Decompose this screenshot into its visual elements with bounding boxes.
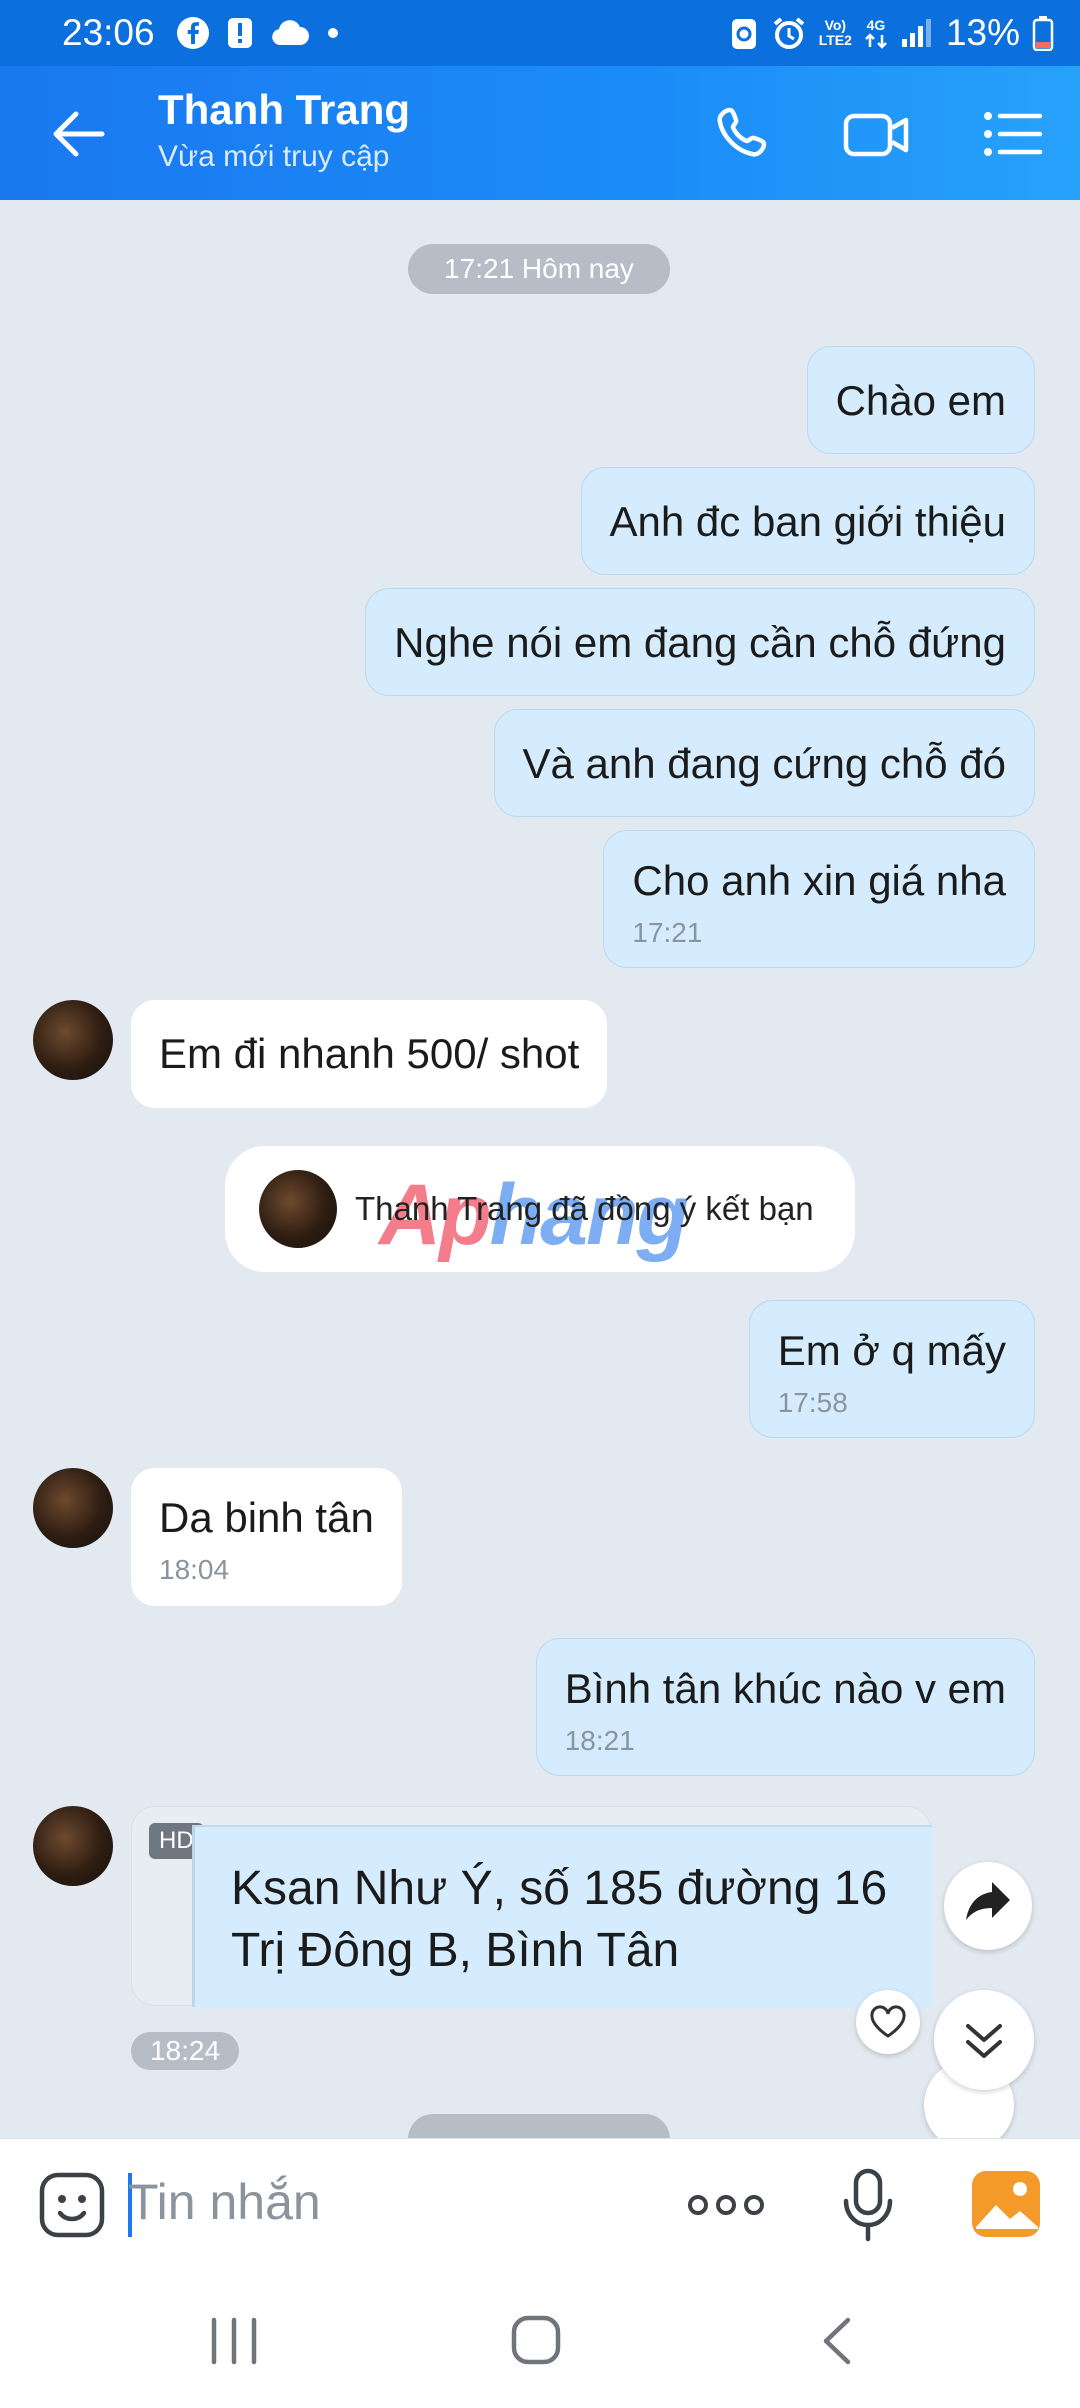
react-heart-button[interactable] [856, 1990, 920, 2054]
message-input-bar: Tin nhắn [0, 2138, 1080, 2274]
share-arrow-icon [966, 1882, 1010, 1920]
nav-back-icon[interactable] [812, 2314, 862, 2368]
status-time: 23:06 [62, 12, 155, 53]
contact-name[interactable]: Thanh Trang [158, 86, 410, 134]
message-input[interactable]: Tin nhắn [128, 2173, 321, 2231]
share-button[interactable] [944, 1862, 1032, 1950]
data-saver-icon [731, 19, 756, 49]
message-text: Anh đc ban giới thiệu [609, 498, 1006, 545]
message-time: 17:58 [777, 1387, 848, 1418]
quoted-image[interactable]: Ksan Như Ý, số 185 đường 16 Trị Đông B, … [192, 1825, 932, 2007]
back-arrow-icon[interactable] [48, 106, 108, 162]
status-system-icons: Vo) LTE2 4G 13% [729, 12, 1054, 54]
heart-icon [870, 2005, 906, 2038]
friend-accepted-notice: Aphang Thanh Trang đã đồng ý kết bạn [225, 1146, 855, 1272]
quoted-line: Trị Đông B, Bình Tân [231, 1924, 680, 1977]
signal-icon [901, 19, 931, 47]
quoted-line: Ksan Như Ý, số 185 đường 16 [231, 1862, 888, 1915]
more-options-icon[interactable] [686, 2185, 766, 2225]
double-chevron-down-icon [966, 2024, 1002, 2058]
scroll-to-bottom-button[interactable] [934, 1990, 1034, 2090]
message-text: Da binh tân [159, 1494, 374, 1541]
message-bubble[interactable]: Chào em [806, 346, 1035, 454]
microphone-icon[interactable] [840, 2167, 896, 2243]
status-bar: 23:06 Vo) LTE2 4G 13% [0, 0, 1080, 66]
volte-indicator: Vo) LTE2 [818, 17, 852, 48]
message-bubble[interactable]: Và anh đang cứng chỗ đó [493, 709, 1035, 817]
contact-avatar [259, 1170, 337, 1248]
message-bubble[interactable]: Nghe nói em đang cần chỗ đứng [365, 588, 1035, 696]
message-text: Bình tân khúc nào v em [564, 1665, 1006, 1712]
status-notification-icons [176, 16, 340, 50]
quoted-image-message[interactable]: HD Ksan Như Ý, số 185 đường 16 Trị Đông … [131, 1806, 932, 2007]
facebook-icon [177, 17, 209, 49]
contact-avatar[interactable] [33, 1000, 113, 1080]
sticker-emoji-icon[interactable] [36, 2169, 108, 2241]
message-text: Và anh đang cứng chỗ đó [522, 740, 1007, 787]
chat-area[interactable]: 17:21 Hôm nay Chào em Anh đc ban giới th… [0, 200, 1080, 2138]
alert-icon [228, 18, 252, 48]
recent-apps-icon[interactable] [206, 2314, 262, 2368]
network-4g-indicator: 4G [864, 17, 888, 49]
date-pill: 17:21 Hôm nay [408, 244, 670, 294]
cloud-icon [272, 20, 309, 45]
message-time: 17:21 [632, 917, 703, 948]
message-text: Em đi nhanh 500/ shot [159, 1030, 580, 1077]
battery-percent: 13% [945, 12, 1020, 53]
message-time: 18:21 [564, 1725, 635, 1756]
message-bubble[interactable]: Em ở q mấy 17:58 [748, 1300, 1035, 1438]
message-text: Nghe nói em đang cần chỗ đứng [394, 619, 1006, 666]
phone-call-icon[interactable] [712, 102, 780, 166]
message-time: 18:24 [131, 2032, 239, 2070]
message-time: 18:04 [159, 1554, 230, 1585]
message-bubble[interactable]: Cho anh xin giá nha 17:21 [603, 830, 1035, 968]
contact-status: Vừa mới truy cập [158, 140, 390, 173]
data-arrows-icon [865, 32, 887, 49]
alarm-icon [773, 17, 805, 49]
message-bubble[interactable]: Em đi nhanh 500/ shot [131, 1000, 608, 1108]
message-text: Em ở q mấy [777, 1327, 1006, 1374]
contact-avatar[interactable] [33, 1468, 113, 1548]
message-text: Cho anh xin giá nha [632, 857, 1006, 904]
friend-notice-text: Thanh Trang đã đồng ý kết bạn [355, 1190, 814, 1227]
message-bubble[interactable]: Bình tân khúc nào v em 18:21 [535, 1638, 1035, 1776]
chat-header: Thanh Trang Vừa mới truy cập [0, 66, 1080, 200]
message-text: Chào em [835, 377, 1006, 424]
system-nav-bar [0, 2274, 1080, 2408]
video-call-icon[interactable] [842, 102, 910, 166]
message-bubble[interactable]: Anh đc ban giới thiệu [580, 467, 1035, 575]
menu-list-icon[interactable] [980, 102, 1048, 166]
dot-icon [328, 28, 338, 38]
image-gallery-icon[interactable] [970, 2169, 1042, 2239]
date-pill-partial [408, 2114, 670, 2138]
battery-icon [1032, 16, 1054, 51]
home-icon[interactable] [508, 2312, 564, 2368]
message-bubble[interactable]: Da binh tân 18:04 [131, 1468, 402, 1606]
contact-avatar[interactable] [33, 1806, 113, 1886]
